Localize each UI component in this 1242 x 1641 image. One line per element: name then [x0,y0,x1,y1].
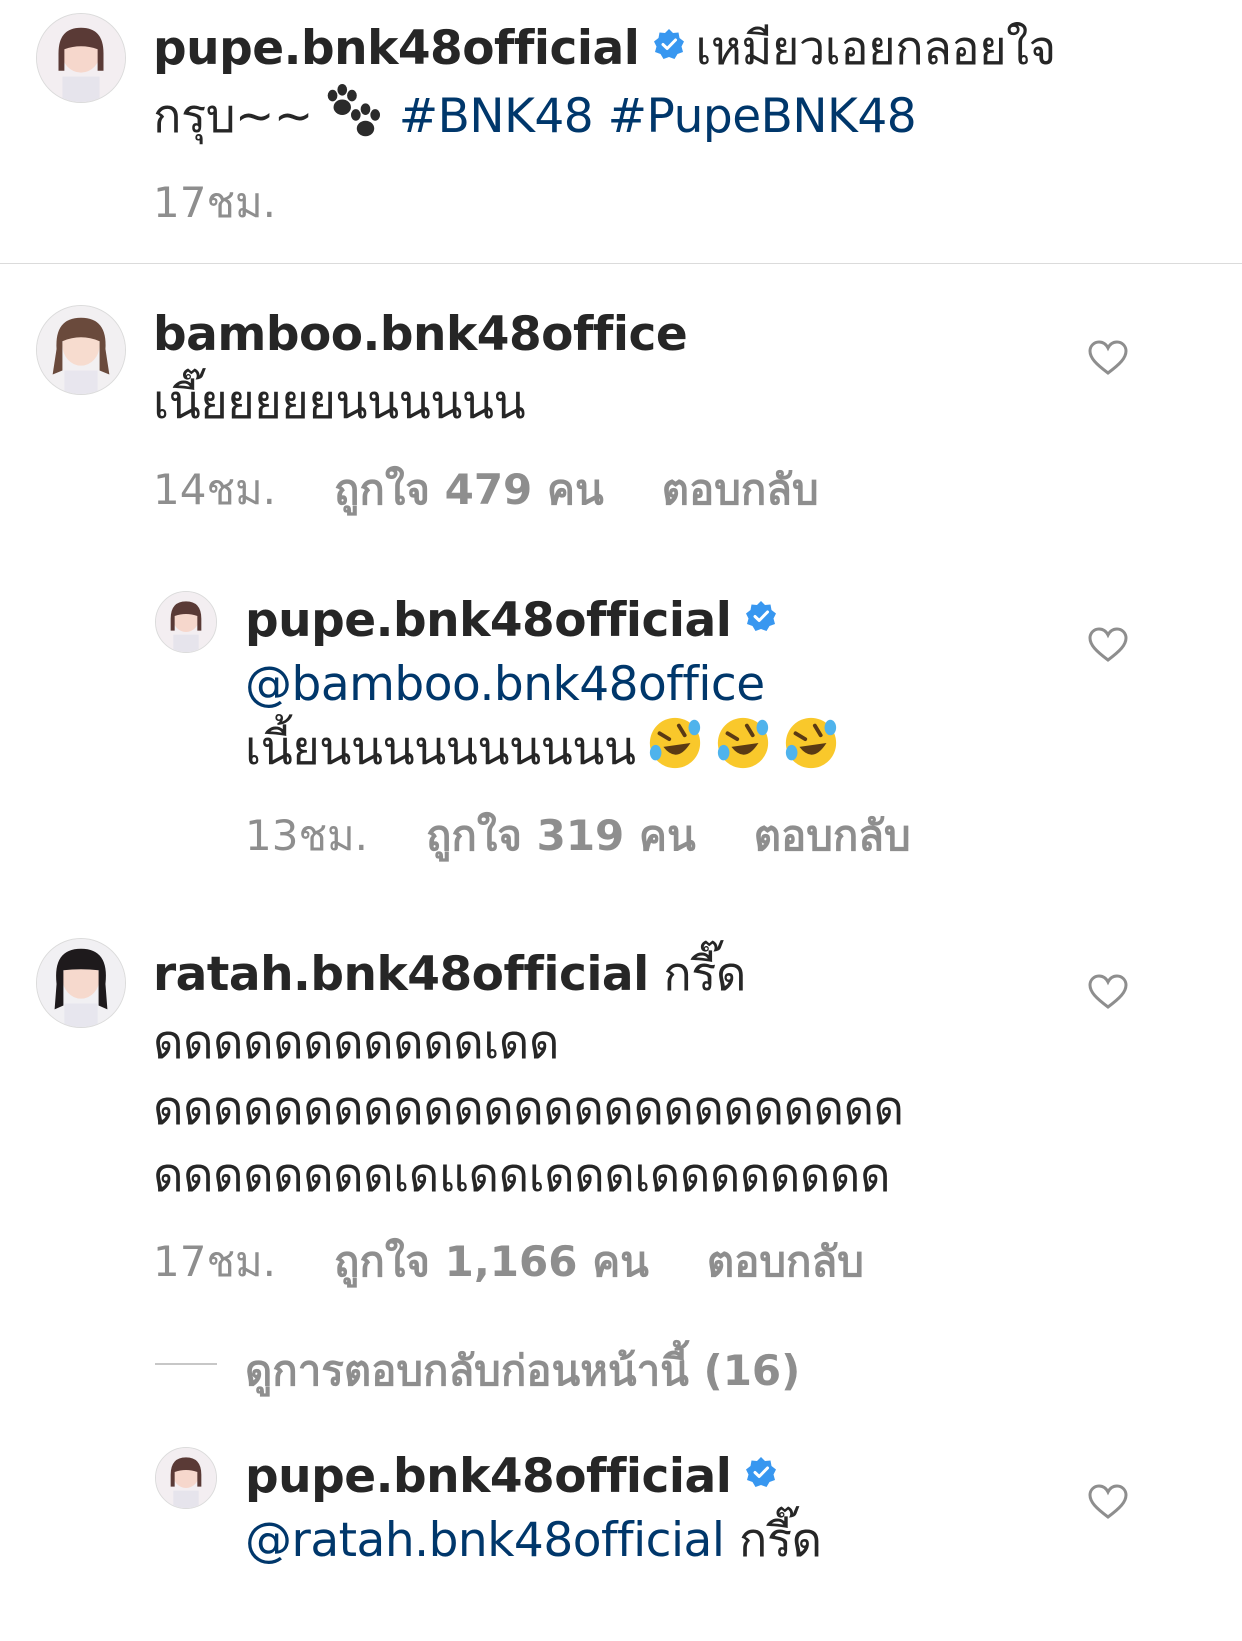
like-heart-icon[interactable] [1088,340,1128,376]
caption-time: 17ชม. [153,178,276,227]
reply-1-likes[interactable]: ถูกใจ 319 คน [426,811,696,860]
reply-2-username[interactable]: pupe.bnk48official [245,1449,732,1504]
reply-1-time: 13ชม. [245,811,368,860]
view-previous-replies-button[interactable]: ดูการตอบกลับก่อนหน้านี้ (16) [245,1338,858,1404]
comment-2-text-2: ดดดดดดดดดดดเดด [153,1015,559,1070]
reply-1-reply-button[interactable]: ตอบกลับ [754,811,911,860]
comment-2-meta: 17ชม. ถูกใจ 1,166 คน ตอบกลับ [153,1229,922,1295]
comment-1-time: 14ชม. [153,465,276,514]
rofl-emoji-icon [714,714,772,772]
caption-divider [0,263,1242,264]
reply-avatar-pupe[interactable] [155,591,217,653]
rofl-emoji-icon [782,714,840,772]
caption-text: pupe.bnk48official เหมียวเอยกลอยใจ [153,14,1056,84]
reply-1-mention[interactable]: @bamboo.bnk48office [245,650,765,720]
comment-2-text-4: ดดดดดดดดเดแดดเดดดเดดดดดดดด [153,1148,890,1203]
comment-1-meta: 14ชม. ถูกใจ 479 คน ตอบกลับ [153,457,877,523]
caption-line1: เหมียวเอยกลอยใจ [695,21,1056,76]
caption-line2: กรุบ~~ [153,89,313,144]
reply-1-username[interactable]: pupe.bnk48official [245,593,732,648]
view-previous-line [155,1363,217,1365]
view-previous-replies-label[interactable]: ดูการตอบกลับก่อนหน้านี้ (16) [245,1346,800,1395]
comment-1-username-line: bamboo.bnk48office [153,300,688,370]
reply-1-meta: 13ชม. ถูกใจ 319 คน ตอบกลับ [245,803,969,869]
caption-text-2: กรุบ~~ #BNK48 #PupeBNK48 [153,82,917,152]
comment-2-line1: ratah.bnk48official กรี๊ด [153,940,746,1010]
reply-2-text-line: @ratah.bnk48official กรี๊ด [245,1506,822,1576]
comment-1-text: เนี๊ยยยยยนนนนนน [153,375,526,430]
comment-2-reply-button[interactable]: ตอบกลับ [707,1237,864,1286]
hashtag-pupebnk48[interactable]: #PupeBNK48 [608,89,917,144]
paw-prints-icon [319,82,381,144]
comment-2-time: 17ชม. [153,1237,276,1286]
comment-2-text-1: กรี๊ด [663,947,746,1002]
reply-2-text: กรี๊ด [738,1513,822,1568]
reply-1-text: เนี้ยนนนนนนนนนน [245,721,636,776]
comment-2-likes[interactable]: ถูกใจ 1,166 คน [334,1237,649,1286]
reply-1-text-line: เนี้ยนนนนนนนนนน [245,714,840,784]
comment-2-username[interactable]: ratah.bnk48official [153,947,649,1002]
reply-avatar-pupe-2[interactable] [155,1447,217,1509]
reply-2-mention[interactable]: @ratah.bnk48official [245,1513,725,1568]
verified-badge-icon [653,28,685,60]
like-heart-icon[interactable] [1088,974,1128,1010]
comment-avatar-ratah[interactable] [36,938,126,1028]
comment-1-username[interactable]: bamboo.bnk48office [153,307,688,362]
caption-username[interactable]: pupe.bnk48official [153,21,640,76]
reply-1-username-line: pupe.bnk48official [245,586,787,656]
like-heart-icon[interactable] [1088,1484,1128,1520]
comment-avatar-bamboo[interactable] [36,305,126,395]
caption-avatar[interactable] [36,13,126,103]
like-heart-icon[interactable] [1088,627,1128,663]
comment-1-likes[interactable]: ถูกใจ 479 คน [334,465,604,514]
rofl-emoji-icon [646,714,704,772]
verified-badge-icon [745,600,777,632]
comment-2-text-3: ดดดดดดดดดดดดดดดดดดดดดดดดด [153,1081,904,1136]
hashtag-bnk48[interactable]: #BNK48 [399,89,594,144]
comment-1-reply-button[interactable]: ตอบกลับ [662,465,819,514]
verified-badge-icon [745,1456,777,1488]
reply-2-username-line: pupe.bnk48official [245,1442,787,1512]
